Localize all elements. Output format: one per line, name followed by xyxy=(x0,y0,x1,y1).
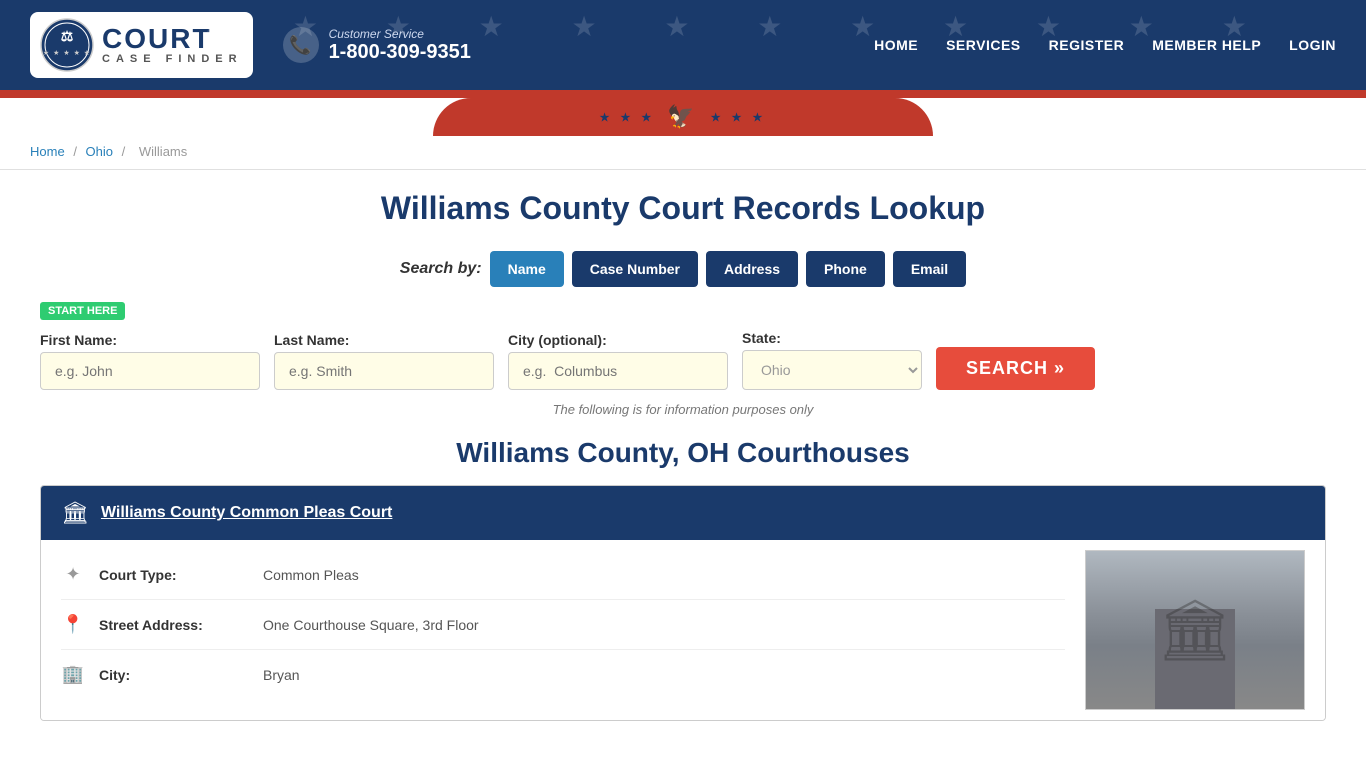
nav-member-help[interactable]: MEMBER HELP xyxy=(1152,37,1261,53)
main-nav: HOME SERVICES REGISTER MEMBER HELP LOGIN xyxy=(874,37,1336,53)
logo-area: ⚖ ★ ★ ★ ★ ★ COURT CASE FINDER 📞 Customer… xyxy=(30,12,471,78)
city-input[interactable] xyxy=(508,352,728,390)
nav-home[interactable]: HOME xyxy=(874,37,918,53)
breadcrumb-sep-2: / xyxy=(122,144,129,159)
cs-label: Customer Service xyxy=(329,27,471,41)
search-section: START HERE First Name: Last Name: City (… xyxy=(40,301,1326,390)
last-name-group: Last Name: xyxy=(274,332,494,390)
search-by-row: Search by: Name Case Number Address Phon… xyxy=(40,251,1326,287)
court-type-label: Court Type: xyxy=(99,567,249,583)
page-title: Williams County Court Records Lookup xyxy=(40,190,1326,227)
city-group: City (optional): xyxy=(508,332,728,390)
court-image xyxy=(1085,550,1305,710)
state-group: State: Ohio Alabama Alaska xyxy=(742,330,922,390)
logo-text: COURT CASE FINDER xyxy=(102,25,243,65)
court-address-row: 📍 Street Address: One Courthouse Square,… xyxy=(61,600,1065,650)
nav-register[interactable]: REGISTER xyxy=(1049,37,1125,53)
court-city-value: Bryan xyxy=(263,667,300,683)
nav-login[interactable]: LOGIN xyxy=(1289,37,1336,53)
location-icon: 📍 xyxy=(61,614,85,635)
court-name-link[interactable]: Williams County Common Pleas Court xyxy=(101,504,392,522)
city-icon: 🏢 xyxy=(61,664,85,685)
nav-services[interactable]: SERVICES xyxy=(946,37,1021,53)
tab-case-number[interactable]: Case Number xyxy=(572,251,698,287)
last-name-label: Last Name: xyxy=(274,332,494,348)
court-card: 🏛 Williams County Common Pleas Court ✦ C… xyxy=(40,485,1326,721)
eagle-banner: ★ ★ ★ 🦅 ★ ★ ★ xyxy=(0,98,1366,134)
street-address-value: One Courthouse Square, 3rd Floor xyxy=(263,617,479,633)
logo-court-label: COURT xyxy=(102,25,212,53)
breadcrumb-sep-1: / xyxy=(73,144,80,159)
search-button[interactable]: SEARCH » xyxy=(936,347,1095,390)
court-card-header: 🏛 Williams County Common Pleas Court xyxy=(41,486,1325,540)
court-card-body: ✦ Court Type: Common Pleas 📍 Street Addr… xyxy=(41,540,1325,720)
customer-service: 📞 Customer Service 1-800-309-9351 xyxy=(283,27,471,64)
info-text: The following is for information purpose… xyxy=(40,402,1326,417)
state-select[interactable]: Ohio Alabama Alaska xyxy=(742,350,922,390)
court-type-value: Common Pleas xyxy=(263,567,359,583)
search-by-label: Search by: xyxy=(400,260,482,278)
eagle-stars-left: ★ ★ ★ xyxy=(600,111,656,124)
svg-text:★ ★ ★ ★ ★: ★ ★ ★ ★ ★ xyxy=(43,49,91,57)
street-address-label: Street Address: xyxy=(99,617,249,633)
site-header: ⚖ ★ ★ ★ ★ ★ COURT CASE FINDER 📞 Customer… xyxy=(0,0,1366,90)
eagle-stars-right: ★ ★ ★ xyxy=(711,111,767,124)
breadcrumb-ohio[interactable]: Ohio xyxy=(86,144,113,159)
main-content: Williams County Court Records Lookup Sea… xyxy=(0,170,1366,741)
first-name-label: First Name: xyxy=(40,332,260,348)
cs-info: Customer Service 1-800-309-9351 xyxy=(329,27,471,64)
cs-phone: 1-800-309-9351 xyxy=(329,41,471,64)
court-city-label: City: xyxy=(99,667,249,683)
tab-address[interactable]: Address xyxy=(706,251,798,287)
eagle-content: ★ ★ ★ 🦅 ★ ★ ★ xyxy=(600,104,767,130)
search-form: First Name: Last Name: City (optional): … xyxy=(40,330,1326,390)
first-name-input[interactable] xyxy=(40,352,260,390)
logo-box: ⚖ ★ ★ ★ ★ ★ COURT CASE FINDER xyxy=(30,12,253,78)
logo-case-finder-label: CASE FINDER xyxy=(102,53,243,65)
court-header-building-icon: 🏛 xyxy=(61,500,89,526)
breadcrumb: Home / Ohio / Williams xyxy=(0,134,1366,170)
court-info: ✦ Court Type: Common Pleas 📍 Street Addr… xyxy=(61,550,1065,710)
phone-icon: 📞 xyxy=(283,27,319,63)
eagle-icon: 🦅 xyxy=(667,104,698,130)
tab-phone[interactable]: Phone xyxy=(806,251,885,287)
last-name-input[interactable] xyxy=(274,352,494,390)
court-image-placeholder xyxy=(1086,551,1304,709)
court-type-icon: ✦ xyxy=(61,564,85,585)
logo-emblem-icon: ⚖ ★ ★ ★ ★ ★ xyxy=(40,18,94,72)
tab-email[interactable]: Email xyxy=(893,251,966,287)
city-label: City (optional): xyxy=(508,332,728,348)
svg-text:⚖: ⚖ xyxy=(61,28,74,44)
breadcrumb-williams: Williams xyxy=(139,144,187,159)
court-city-row: 🏢 City: Bryan xyxy=(61,650,1065,699)
start-here-badge: START HERE xyxy=(40,302,125,320)
state-label: State: xyxy=(742,330,922,346)
breadcrumb-home[interactable]: Home xyxy=(30,144,65,159)
red-banner xyxy=(0,90,1366,98)
tab-name[interactable]: Name xyxy=(490,251,564,287)
courthouses-title: Williams County, OH Courthouses xyxy=(40,437,1326,469)
court-type-row: ✦ Court Type: Common Pleas xyxy=(61,550,1065,600)
first-name-group: First Name: xyxy=(40,332,260,390)
